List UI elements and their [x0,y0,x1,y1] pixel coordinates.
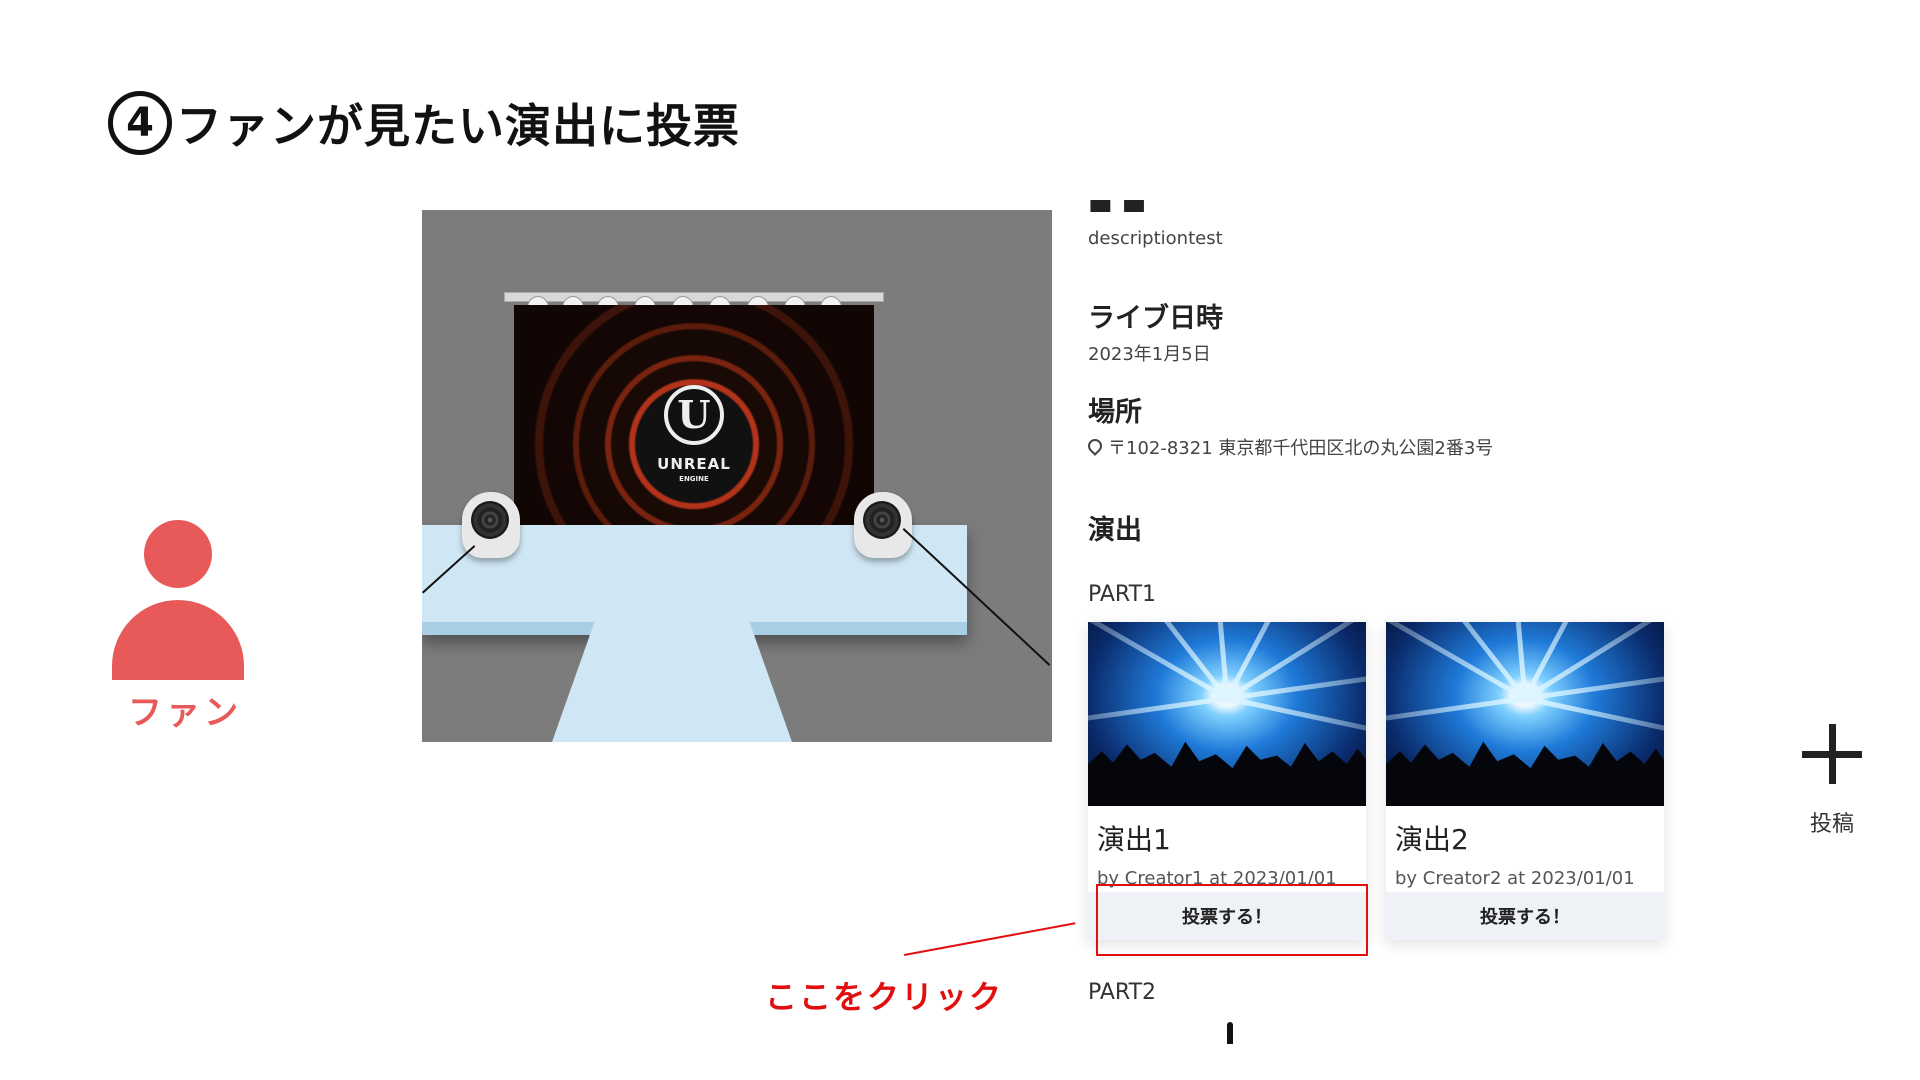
click-highlight-box [1096,884,1368,956]
post-button-label[interactable]: 投稿 [1790,806,1874,838]
card-title: 演出1 [1097,823,1171,856]
plus-icon[interactable] [1802,724,1862,784]
location-pin-icon [1085,436,1105,456]
content-continuation-mark [1227,1022,1233,1044]
person-icon-head [144,520,212,588]
concert-thumbnail [1386,622,1664,806]
slide-title-text: ファンが見たい演出に投票 [176,99,740,153]
stage-preview-image: U UNREAL ENGINE [422,210,1052,742]
slide-title: 4 ファンが見たい演出に投票 [108,88,740,158]
venue-heading: 場所 [1088,397,1142,428]
logo-subtext: ENGINE [679,475,709,483]
annotation-label: ここをクリック [765,978,1004,1016]
unreal-logo-icon: U [664,385,724,445]
vote-button[interactable]: 投票する！ [1386,892,1664,940]
venue-row: 〒102-8321 東京都千代田区北の丸公園2番3号 [1085,434,1494,460]
crowd-silhouette [1088,741,1366,806]
description-value: descriptiontest [1088,228,1223,249]
post-button[interactable]: 投稿 [1790,724,1874,844]
stage-led-screen: U UNREAL ENGINE [514,305,874,545]
live-date-heading: ライブ日時 [1088,303,1223,334]
part-label: PART2 [1088,980,1157,1005]
card-title: 演出2 [1395,823,1469,856]
card-meta: by Creator2 at 2023/01/01 [1395,868,1635,889]
performance-card[interactable]: 演出2 by Creator2 at 2023/01/01 投票する！ [1386,622,1664,940]
logo-text: UNREAL [657,455,731,473]
live-date-value: 2023年1月5日 [1088,344,1211,365]
moving-light-right [854,492,912,558]
description-heading-cut: ■ ■ [1088,200,1146,212]
actor-label: ファン [128,693,242,733]
step-number-badge: 4 [108,91,172,155]
annotation-pointer-line [904,922,1076,956]
stage-runway [552,620,792,742]
concert-thumbnail [1088,622,1366,806]
performance-heading: 演出 [1088,515,1142,546]
venue-value: 〒102-8321 東京都千代田区北の丸公園2番3号 [1108,438,1494,459]
person-icon-body [112,600,244,680]
crowd-silhouette [1386,741,1664,806]
part-label: PART1 [1088,582,1157,607]
